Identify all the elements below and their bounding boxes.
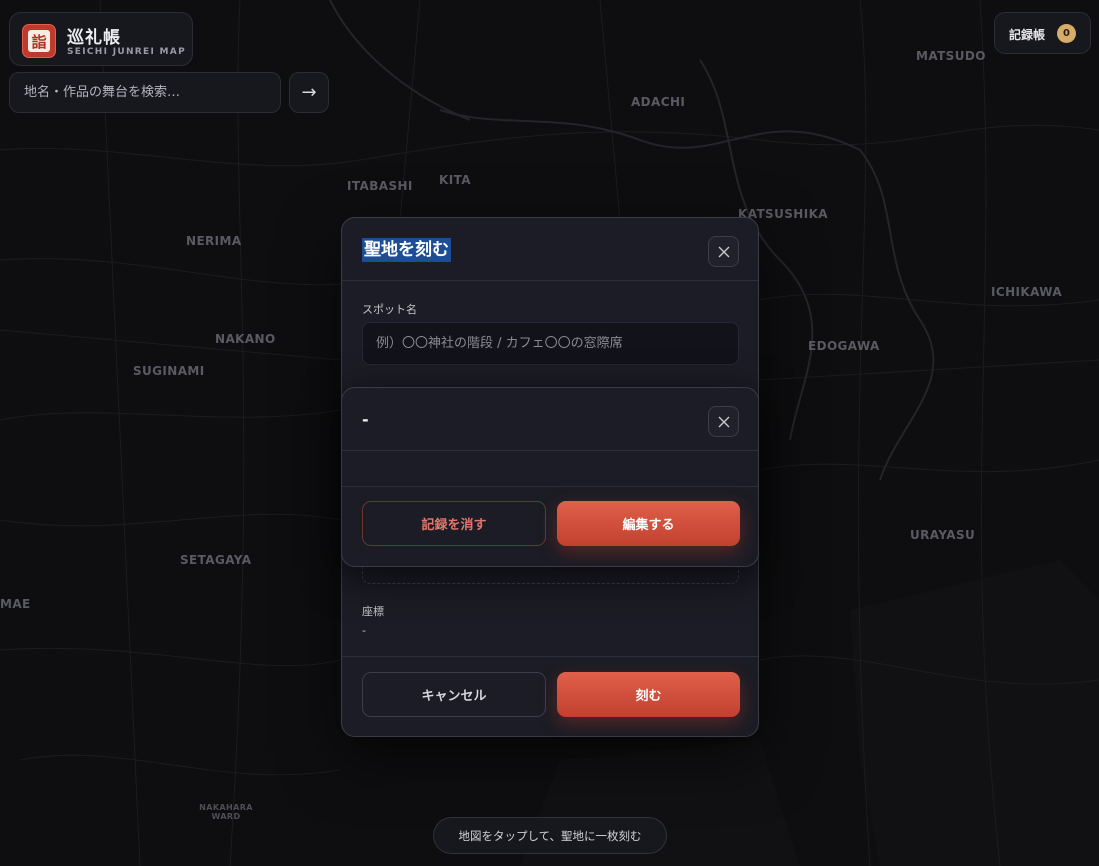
spot-detail-card: - 記録を消す 編集する	[341, 387, 759, 567]
map-label-ichikawa: ICHIKAWA	[991, 285, 1063, 299]
map-label-nakano: NAKANO	[215, 332, 276, 346]
spot-name-label: スポット名	[362, 303, 417, 316]
carve-button[interactable]: 刻む	[557, 672, 740, 717]
app-subtitle: SEICHI JUNREI MAP	[67, 47, 186, 57]
detail-close-button[interactable]	[708, 406, 739, 437]
cancel-button[interactable]: キャンセル	[362, 672, 546, 717]
map-label-itabashi: ITABASHI	[347, 179, 413, 193]
modal-footer-divider	[342, 656, 758, 657]
logo-glyph: 詣	[28, 30, 50, 52]
record-book-label: 記録帳	[1009, 28, 1046, 42]
map-label-adachi: ADACHI	[631, 95, 686, 109]
map-label-urayasu: URAYASU	[910, 528, 976, 542]
detail-title: -	[362, 410, 369, 429]
map-label-nakahara: NAKAHARA WARD	[199, 803, 253, 821]
arrow-right-icon: →	[301, 82, 317, 103]
coord-value: -	[362, 624, 366, 637]
delete-record-button[interactable]: 記録を消す	[362, 501, 546, 546]
map-label-kita: KITA	[439, 173, 471, 187]
map-hint: 地図をタップして、聖地に一枚刻む	[433, 817, 667, 854]
modal-close-button[interactable]	[708, 236, 739, 267]
coord-label: 座標	[362, 605, 384, 618]
app-title: 巡礼帳	[67, 28, 121, 48]
search-submit-button[interactable]: →	[289, 72, 329, 113]
close-icon	[718, 246, 729, 257]
map-label-mae: MAE	[0, 597, 31, 611]
record-count-badge: 0	[1057, 24, 1076, 43]
map-label-nerima: NERIMA	[186, 234, 242, 248]
map-label-edogawa: EDOGAWA	[808, 339, 880, 353]
record-book-button[interactable]: 記録帳 0	[994, 12, 1091, 54]
search-input[interactable]	[10, 73, 280, 112]
map-label-matsudo: MATSUDO	[916, 49, 986, 63]
logo-seal-icon: 詣	[22, 24, 56, 58]
modal-title: 聖地を刻む	[362, 238, 451, 262]
map-label-setagaya: SETAGAYA	[180, 553, 252, 567]
spot-name-input[interactable]	[362, 322, 739, 365]
map-label-suginami: SUGINAMI	[133, 364, 205, 378]
search-box	[9, 72, 281, 113]
app-logo: 詣 巡礼帳 SEICHI JUNREI MAP	[9, 12, 193, 66]
modal-header-divider	[342, 280, 758, 281]
detail-header-divider	[342, 450, 758, 451]
close-icon	[718, 416, 729, 427]
edit-button[interactable]: 編集する	[557, 501, 740, 546]
detail-body-divider	[342, 486, 758, 487]
